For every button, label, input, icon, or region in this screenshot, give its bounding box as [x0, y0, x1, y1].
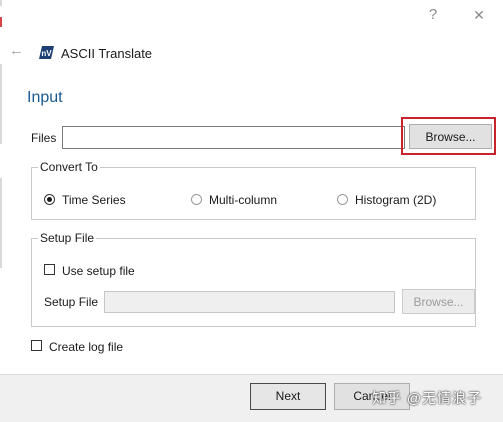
help-icon[interactable]: ?: [426, 7, 440, 23]
radio-histogram-2d-label[interactable]: Histogram (2D): [355, 193, 436, 207]
setup-file-title: Setup File: [38, 231, 97, 245]
create-log-file-checkbox[interactable]: [31, 340, 42, 351]
use-setup-file-label[interactable]: Use setup file: [62, 264, 135, 278]
background-window-edge: [0, 17, 2, 27]
next-button[interactable]: Next: [250, 383, 326, 410]
background-window-edge: [0, 0, 2, 6]
watermark-text: 知乎 @无情浪子: [372, 390, 483, 406]
radio-multi-column-label[interactable]: Multi-column: [209, 193, 277, 207]
background-window-edge: [0, 178, 2, 268]
files-label: Files: [31, 131, 57, 145]
app-logo-icon: nV: [39, 46, 54, 59]
setup-file-label: Setup File: [44, 295, 99, 309]
radio-time-series-label[interactable]: Time Series: [62, 193, 126, 207]
files-input[interactable]: [62, 126, 405, 149]
section-title-input: Input: [27, 89, 63, 106]
back-arrow-icon[interactable]: ←: [9, 43, 24, 58]
radio-multi-column[interactable]: [191, 194, 202, 205]
radio-time-series[interactable]: [44, 194, 55, 205]
setup-file-input[interactable]: [104, 291, 395, 313]
background-window-edge: [0, 64, 2, 144]
radio-histogram-2d[interactable]: [337, 194, 348, 205]
use-setup-file-checkbox[interactable]: [44, 264, 55, 275]
browse-setup-file-button[interactable]: Browse...: [402, 289, 475, 314]
close-icon[interactable]: ✕: [471, 7, 487, 23]
logo-text: nV: [41, 49, 52, 58]
create-log-file-label[interactable]: Create log file: [49, 340, 123, 354]
app-title: ASCII Translate: [61, 46, 153, 61]
convert-to-title: Convert To: [38, 160, 100, 174]
browse-highlight-box: [401, 117, 496, 155]
